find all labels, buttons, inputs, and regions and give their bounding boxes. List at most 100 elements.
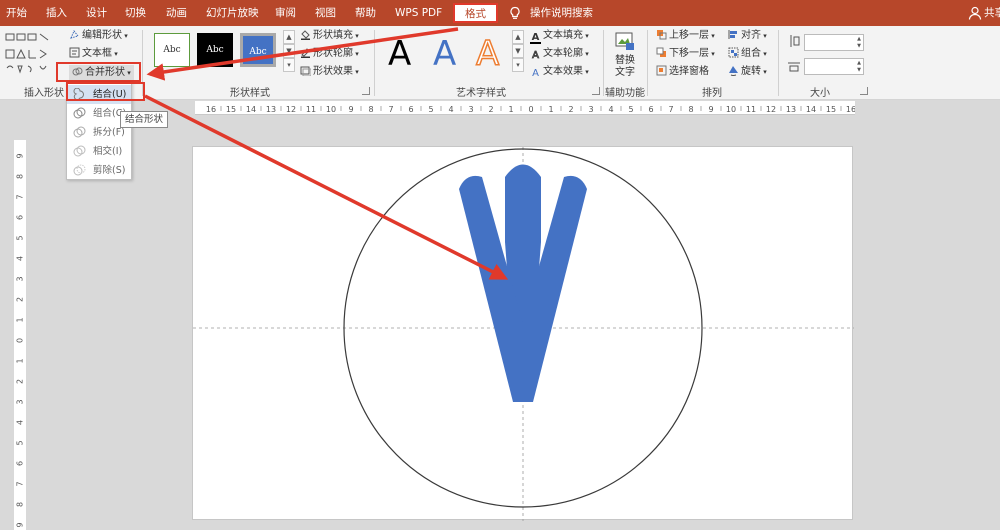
- shape-style-2[interactable]: Abc: [197, 33, 233, 67]
- shape-effects-button[interactable]: 形状效果 ▾: [300, 64, 359, 80]
- intersect-icon: [73, 145, 86, 157]
- ruler-tick-label: 7: [16, 194, 25, 199]
- wordart-style-3[interactable]: A: [475, 33, 500, 75]
- scroll-up-icon[interactable]: ▲: [512, 30, 524, 44]
- ribbon: 编辑形状 ▾ 文本框 ▾ 合并形状 ▾ 插入形状 Abc Abc Abc ▲ ▼ ▾…: [0, 26, 1000, 100]
- group-label: 组合: [741, 48, 761, 59]
- text-effects-button[interactable]: A 文本效果 ▾: [530, 64, 589, 80]
- scroll-up-icon[interactable]: ▲: [283, 30, 295, 44]
- text-box-button[interactable]: 文本框 ▾: [69, 46, 118, 62]
- user-icon: [968, 6, 982, 20]
- spin-up-icon[interactable]: ▲: [857, 60, 861, 66]
- tab-transitions[interactable]: 切换: [125, 0, 146, 26]
- menu-item-intersect[interactable]: 相交(I): [67, 142, 131, 161]
- wordart-scroll[interactable]: ▲ ▼ ▾: [512, 30, 524, 72]
- dialog-launcher-icon[interactable]: [362, 87, 370, 95]
- spin-down-icon[interactable]: ▼: [857, 43, 861, 49]
- menu-item-intersect-label: 相交(I): [93, 146, 123, 157]
- spin-up-icon[interactable]: ▲: [857, 36, 861, 42]
- shapes-gallery[interactable]: [4, 32, 62, 78]
- rotate-button[interactable]: 旋转 ▾: [728, 64, 767, 80]
- wordart-style-2[interactable]: A: [433, 34, 456, 74]
- horizontal-ruler-scale: 16 15 14 13 12 11 10 9 8 7 6 5 4 3 2 1 0 1 2 3 4 5 6 7 8 9 10 11 12 1…: [206, 105, 856, 114]
- shape-effects-label: 形状效果: [313, 66, 353, 77]
- ruler-tick-label: 11: [746, 105, 756, 114]
- text-fill-label: 文本填充: [543, 30, 583, 41]
- subtract-icon: [73, 164, 86, 176]
- tab-view[interactable]: 视图: [315, 0, 336, 26]
- ruler-tick-label: 1: [508, 105, 513, 114]
- rotate-label: 旋转: [741, 66, 761, 77]
- shape-effects-icon: [300, 66, 311, 76]
- tooltip: 结合形状: [120, 111, 169, 128]
- shape-style-1[interactable]: Abc: [154, 33, 190, 67]
- shape-style-scroll[interactable]: ▲ ▼ ▾: [283, 30, 295, 72]
- scroll-down-icon[interactable]: ▼: [512, 44, 524, 58]
- send-backward-icon: [656, 47, 666, 57]
- tab-design[interactable]: 设计: [86, 0, 107, 26]
- union-item-highlight: [66, 82, 145, 101]
- wordart-style-1[interactable]: A: [388, 34, 411, 74]
- tab-review[interactable]: 审阅: [275, 0, 296, 26]
- shape-height-input[interactable]: ▲ ▼: [804, 34, 864, 51]
- ruler-tick-label: 8: [16, 174, 25, 179]
- shape-style-3[interactable]: Abc: [240, 33, 276, 67]
- text-outline-label: 文本轮廓: [543, 48, 583, 59]
- text-fill-button[interactable]: A 文本填充 ▾: [530, 28, 589, 44]
- shape-styles-group-label: 形状样式: [230, 88, 270, 99]
- ruler-tick-label: 3: [16, 399, 25, 404]
- send-backward-button[interactable]: 下移一层 ▾: [656, 46, 715, 62]
- ruler-tick-label: 13: [266, 105, 276, 114]
- dialog-launcher-icon[interactable]: [860, 87, 868, 95]
- shape-outline-button[interactable]: 形状轮廓 ▾: [300, 46, 359, 62]
- accessibility-group-label: 辅助功能: [605, 88, 645, 99]
- ruler-tick-label: 6: [16, 215, 25, 220]
- ruler-tick-label: 8: [688, 105, 693, 114]
- menu-item-fragment-label: 拆分(F): [93, 127, 125, 138]
- shape-width-input[interactable]: ▲ ▼: [804, 58, 864, 75]
- tell-me-search[interactable]: 操作说明搜索: [530, 0, 593, 26]
- tab-wps-pdf[interactable]: WPS PDF: [395, 0, 442, 26]
- ruler-tick-label: 0: [528, 105, 533, 114]
- tab-home[interactable]: 开始: [6, 0, 27, 26]
- ruler-tick-label: 1: [16, 358, 25, 363]
- combine-icon: [73, 107, 86, 119]
- wordart-group-label: 艺术字样式: [456, 88, 506, 99]
- align-button[interactable]: 对齐 ▾: [728, 28, 767, 44]
- scroll-down-icon[interactable]: ▼: [283, 44, 295, 58]
- more-icon[interactable]: ▾: [283, 58, 295, 72]
- ruler-tick-label: 6: [408, 105, 413, 114]
- alt-text-button[interactable]: 替换文字: [612, 30, 638, 82]
- tab-animations[interactable]: 动画: [166, 0, 187, 26]
- group-button[interactable]: 组合 ▾: [728, 46, 767, 62]
- ribbon-tab-bar: 开始 插入 设计 切换 动画 幻灯片放映 审阅 视图 帮助 WPS PDF 格式…: [0, 0, 1000, 26]
- merged-shape[interactable]: [459, 164, 587, 403]
- shape-fill-button[interactable]: 形状填充 ▾: [300, 28, 359, 44]
- bring-forward-button[interactable]: 上移一层 ▾: [656, 28, 715, 44]
- lightbulb-icon: [510, 6, 520, 19]
- slide-canvas[interactable]: [192, 146, 854, 521]
- ruler-tick-label: 8: [16, 502, 25, 507]
- dialog-launcher-icon[interactable]: [592, 87, 600, 95]
- edit-shape-button[interactable]: 编辑形状 ▾: [69, 28, 128, 44]
- ruler-tick-label: 2: [568, 105, 573, 114]
- group-separator: [603, 30, 604, 96]
- alt-text-label: 替换文字: [615, 55, 635, 78]
- merge-shapes-highlight: [56, 62, 141, 82]
- selection-pane-label: 选择窗格: [669, 66, 709, 77]
- tab-help[interactable]: 帮助: [355, 0, 376, 26]
- ruler-tick-label: 1: [548, 105, 553, 114]
- spin-down-icon[interactable]: ▼: [857, 67, 861, 73]
- arrange-group-label: 排列: [702, 88, 722, 99]
- ruler-tick-label: 4: [16, 256, 25, 261]
- menu-item-subtract[interactable]: 剪除(S): [67, 161, 131, 180]
- tab-slideshow[interactable]: 幻灯片放映: [206, 0, 259, 26]
- text-outline-button[interactable]: A 文本轮廓 ▾: [530, 46, 589, 62]
- more-icon[interactable]: ▾: [512, 58, 524, 72]
- selection-pane-button[interactable]: 选择窗格: [656, 64, 709, 80]
- share-button[interactable]: 共享: [984, 0, 1000, 26]
- shape-outline-label: 形状轮廓: [313, 48, 353, 59]
- bring-forward-icon: [657, 30, 667, 40]
- tab-insert[interactable]: 插入: [46, 0, 67, 26]
- tab-format[interactable]: 格式: [453, 3, 498, 23]
